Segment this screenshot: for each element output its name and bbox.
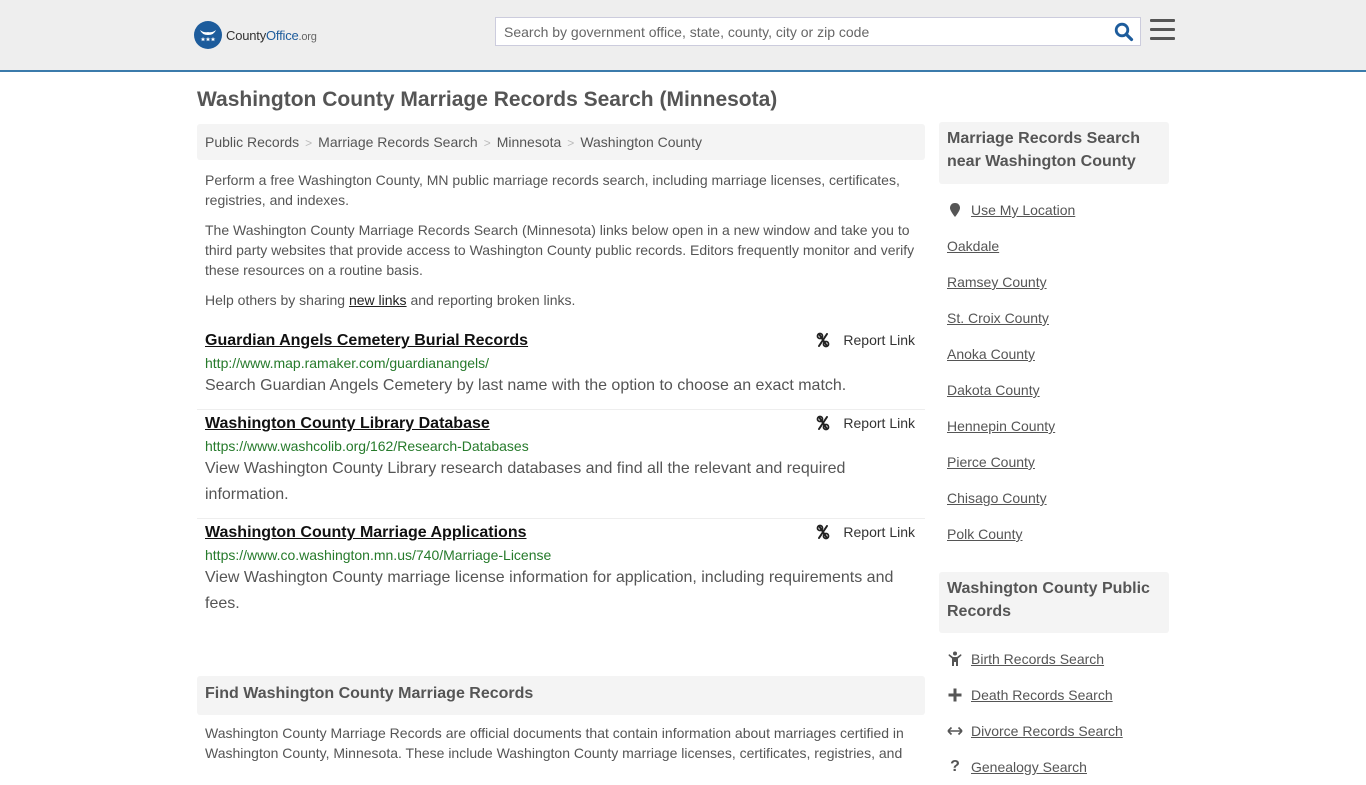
nearby-item: Oakdale: [947, 228, 1075, 264]
public-records-item: ? Genealogy Search: [947, 749, 1123, 785]
report-link-button[interactable]: Report Link: [815, 332, 915, 348]
result-description: View Washington County marriage license …: [205, 569, 894, 612]
breadcrumb-public-records[interactable]: Public Records: [205, 134, 299, 150]
search-input[interactable]: [496, 18, 1106, 45]
intro-text: Perform a free Washington County, MN pub…: [205, 170, 920, 320]
result-description: View Washington County Library research …: [205, 460, 846, 503]
breadcrumb-marriage-records-search[interactable]: Marriage Records Search: [318, 134, 478, 150]
nearby-item: Pierce County: [947, 444, 1075, 480]
result-item: Guardian Angels Cemetery Burial Records …: [197, 327, 925, 410]
nearby-item: Chisago County: [947, 480, 1075, 516]
site-header: CountyOffice.org: [0, 0, 1366, 72]
nearby-link-oakdale[interactable]: Oakdale: [947, 238, 999, 254]
result-url: http://www.map.ramaker.com/guardianangel…: [205, 355, 490, 371]
breadcrumb-separator: >: [483, 136, 491, 150]
find-records-text: Washington County Marriage Records are o…: [205, 725, 904, 761]
nearby-item: Dakota County: [947, 372, 1075, 408]
breadcrumb-separator: >: [305, 136, 313, 150]
public-records-list: Birth Records Search Death Records Searc…: [947, 641, 1123, 785]
public-records-item: Death Records Search: [947, 677, 1123, 713]
death-records-search-link[interactable]: Death Records Search: [971, 687, 1113, 703]
nearby-link-anoka-county[interactable]: Anoka County: [947, 346, 1035, 362]
genealogy-search-link[interactable]: Genealogy Search: [971, 759, 1087, 775]
public-records-item: Divorce Records Search: [947, 713, 1123, 749]
intro-paragraph: The Washington County Marriage Records S…: [205, 222, 915, 278]
nearby-item: Ramsey County: [947, 264, 1075, 300]
result-title-link[interactable]: Guardian Angels Cemetery Burial Records: [205, 332, 528, 350]
public-records-heading: Washington County Public Records: [939, 572, 1169, 633]
new-links-link[interactable]: new links: [349, 292, 407, 308]
intro-paragraph: Perform a free Washington County, MN pub…: [205, 172, 900, 208]
nearby-item: St. Croix County: [947, 300, 1075, 336]
hamburger-menu-icon[interactable]: [1150, 19, 1175, 41]
page-title: Washington County Marriage Records Searc…: [197, 88, 778, 111]
nearby-link-ramsey-county[interactable]: Ramsey County: [947, 274, 1047, 290]
divorce-records-search-link[interactable]: Divorce Records Search: [971, 723, 1123, 739]
plus-icon: [947, 688, 963, 702]
result-title-link[interactable]: Washington County Library Database: [205, 415, 490, 433]
breadcrumb-washington-county[interactable]: Washington County: [580, 134, 702, 150]
nearby-link-st-croix-county[interactable]: St. Croix County: [947, 310, 1049, 326]
nearby-item: Polk County: [947, 516, 1075, 552]
map-marker-icon: [947, 202, 963, 218]
nearby-link-polk-county[interactable]: Polk County: [947, 526, 1022, 542]
child-icon: [947, 651, 963, 667]
birth-records-search-link[interactable]: Birth Records Search: [971, 651, 1104, 667]
breadcrumb-minnesota[interactable]: Minnesota: [497, 134, 562, 150]
broken-link-icon: [817, 332, 830, 348]
report-link-button[interactable]: Report Link: [815, 524, 915, 540]
nearby-link-hennepin-county[interactable]: Hennepin County: [947, 418, 1055, 434]
breadcrumb-separator: >: [567, 136, 575, 150]
nearby-heading: Marriage Records Search near Washington …: [939, 122, 1169, 184]
question-icon: ?: [950, 758, 960, 775]
result-item: Washington County Library Database Repor…: [197, 410, 925, 519]
nearby-list: Use My Location Oakdale Ramsey County St…: [947, 192, 1075, 552]
breadcrumb: Public Records > Marriage Records Search > M…: [197, 124, 925, 160]
result-title-link[interactable]: Washington County Marriage Applications: [205, 524, 527, 542]
result-description: Search Guardian Angels Cemetery by last …: [205, 377, 847, 394]
nearby-link-dakota-county[interactable]: Dakota County: [947, 382, 1040, 398]
nearby-link-chisago-county[interactable]: Chisago County: [947, 490, 1047, 506]
site-logo[interactable]: CountyOffice.org: [194, 21, 317, 49]
logo-text: CountyOffice.org: [226, 27, 317, 43]
search-icon[interactable]: [1114, 22, 1134, 42]
results-list: Guardian Angels Cemetery Burial Records …: [197, 327, 925, 627]
use-my-location-item: Use My Location: [947, 192, 1075, 228]
use-my-location-link[interactable]: Use My Location: [971, 202, 1075, 218]
arrows-horizontal-icon: [947, 726, 963, 736]
nearby-link-pierce-county[interactable]: Pierce County: [947, 454, 1035, 470]
nearby-item: Anoka County: [947, 336, 1075, 372]
eagle-stars-logo-icon: [194, 21, 222, 49]
find-records-heading: Find Washington County Marriage Records: [197, 676, 925, 715]
share-links-paragraph: Help others by sharing new links and rep…: [205, 292, 576, 308]
result-url: https://www.washcolib.org/162/Research-D…: [205, 438, 529, 454]
result-url: https://www.co.washington.mn.us/740/Marr…: [205, 547, 552, 563]
result-item: Washington County Marriage Applications …: [197, 519, 925, 627]
nearby-item: Hennepin County: [947, 408, 1075, 444]
public-records-item: Birth Records Search: [947, 641, 1123, 677]
broken-link-icon: [817, 415, 830, 431]
search-box: [495, 17, 1141, 46]
broken-link-icon: [817, 524, 830, 540]
report-link-button[interactable]: Report Link: [815, 415, 915, 431]
